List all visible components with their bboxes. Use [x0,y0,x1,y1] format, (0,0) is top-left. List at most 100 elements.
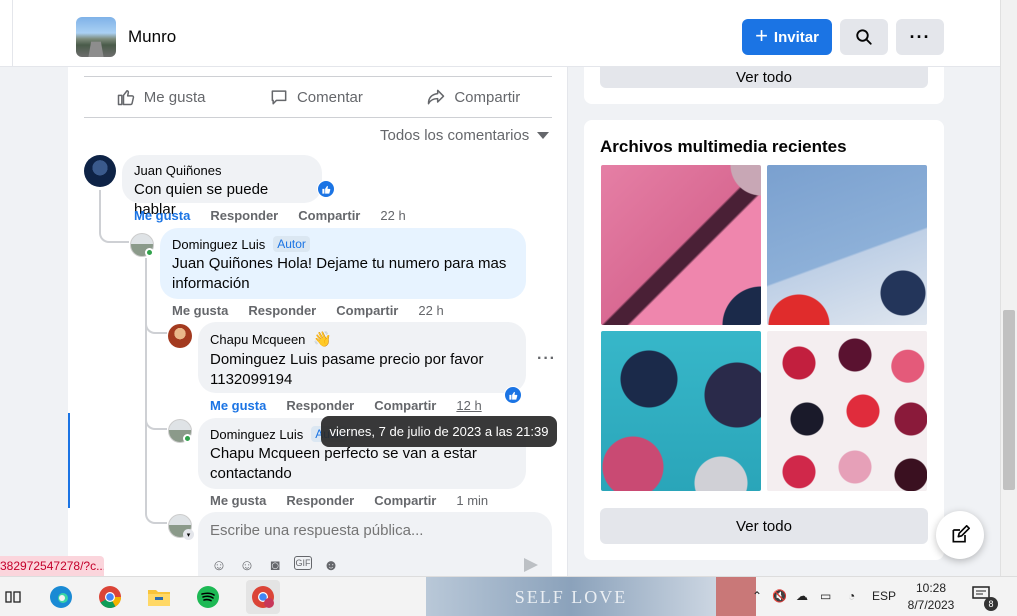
mention-link[interactable]: Chapu Mcqueen [210,445,320,462]
volume-muted-icon[interactable]: 🔇 [772,589,787,603]
system-clock[interactable]: 10:28 8/7/2023 [906,580,956,614]
search-icon [856,29,872,45]
comment-author-row: Dominguez Luis Autor [172,236,514,252]
mention-link[interactable]: Dominguez Luis [210,351,318,368]
media-thumbnail[interactable] [767,165,927,325]
comment-button[interactable]: Comentar [269,87,363,107]
notification-center-button[interactable]: 8 [972,585,998,611]
comment-reply-link[interactable]: Responder [248,303,316,318]
comment-reply-link[interactable]: Responder [286,398,354,413]
comment-options-icon[interactable]: ··· [537,350,556,368]
sticker-icon[interactable]: ☻ [322,556,340,574]
spotify-icon[interactable] [195,584,221,610]
comment-like-link[interactable]: Me gusta [210,398,266,413]
comment-reply-link[interactable]: Responder [286,493,354,508]
like-reaction-icon[interactable] [317,180,335,198]
group-thumbnail[interactable] [76,17,116,57]
search-button[interactable] [840,19,888,55]
comment-reply-link[interactable]: Responder [210,208,278,223]
gif-icon[interactable]: GIF [294,556,312,570]
comment-label: Comentar [296,88,363,106]
comment-text: Juan Quiñones Hola! Dejame tu numero par… [172,254,514,294]
thumbs-up-icon [117,90,134,106]
share-button[interactable]: Compartir [426,87,520,107]
reply-composer: ☺ ☺ ◙ GIF ☻ [198,512,552,576]
task-view-icon[interactable] [0,584,26,610]
send-icon[interactable] [524,558,538,572]
chrome-profile-icon[interactable] [246,580,280,614]
comment-share-link[interactable]: Compartir [336,303,398,318]
avatar[interactable] [84,155,116,187]
comment-author[interactable]: Juan Quiñones [134,163,310,178]
avatar-sticker-icon[interactable]: ☺ [210,556,228,574]
comment-author[interactable]: Dominguez Luis [210,427,303,442]
online-status-dot [145,248,154,257]
reply-input[interactable] [210,522,510,539]
like-reaction-icon[interactable] [504,386,522,404]
invite-button[interactable]: + Invitar [742,19,832,55]
comment-filter-dropdown[interactable]: Todos los comentarios [380,127,550,144]
composer-toolbar: ☺ ☺ ◙ GIF ☻ [210,556,340,574]
comment-author[interactable]: Chapu Mcqueen [210,332,305,347]
comment-share-link[interactable]: Compartir [374,493,436,508]
share-icon [428,89,445,105]
language-indicator[interactable]: ESP [872,589,896,603]
chevron-up-icon[interactable]: ⌃ [752,589,762,603]
media-thumbnail[interactable] [601,165,761,325]
camera-icon[interactable]: ◙ [266,556,284,574]
chrome-icon[interactable] [97,584,123,610]
group-name[interactable]: Munro [128,27,176,47]
taskbar-wallpaper: SELF LOVE [426,577,716,616]
avatar[interactable] [168,324,192,348]
see-all-button[interactable]: Ver todo [600,67,928,88]
comment-author[interactable]: Dominguez Luis [172,237,265,252]
comment-like-link[interactable]: Me gusta [210,493,266,508]
comment-actions: Me gusta Responder Compartir 12 h [210,398,482,413]
comment-bubble: Juan Quiñones Con quien se puede hablar [122,155,322,218]
comment-text: Dominguez Luis pasame precio por favor 1… [210,350,514,390]
notification-count-badge: 8 [984,597,998,611]
filter-label: Todos los comentarios [380,127,530,144]
online-status-dot [183,434,192,443]
media-thumbnail[interactable] [767,331,927,491]
caret-down-icon [537,132,550,139]
edge-browser-icon[interactable] [48,584,74,610]
onedrive-icon[interactable]: ☁ [796,589,808,603]
more-options-button[interactable]: ··· [896,19,944,55]
windows-taskbar: SELF LOVE ⌃ 🔇 ☁ ▭ ◔ ESP 10:28 8/7/2023 8 [0,576,1017,616]
comment-actions: Me gusta Responder Compartir 22 h [172,303,444,318]
scrollbar-thumb[interactable] [1003,310,1015,490]
comment-share-link[interactable]: Compartir [374,398,436,413]
new-comment-indicator [68,413,70,508]
emoji-icon[interactable]: ☺ [238,556,256,574]
like-button[interactable]: Me gusta [116,87,205,107]
comment-like-link[interactable]: Me gusta [172,303,228,318]
compose-icon [952,525,970,543]
timestamp-tooltip: viernes, 7 de julio de 2023 a las 21:39 [321,416,557,447]
waving-hand-icon: 👋 [313,331,333,348]
file-explorer-icon[interactable] [146,584,172,610]
comment-timestamp[interactable]: 22 h [418,303,443,318]
wifi-icon[interactable]: ◔ [848,589,855,603]
clock-date: 8/7/2023 [907,598,955,612]
thread-connector [145,258,147,508]
comment-timestamp[interactable]: 22 h [380,208,405,223]
thread-connector [99,190,129,243]
see-all-media-button[interactable]: Ver todo [600,508,928,544]
thread-connector [145,318,167,334]
chevron-down-icon[interactable]: ▾ [183,529,194,540]
battery-icon[interactable]: ▭ [820,589,831,603]
comment-like-link[interactable]: Me gusta [134,208,190,223]
comment-author-row: Chapu Mcqueen 👋 [210,330,514,348]
media-thumbnail[interactable] [601,331,761,491]
comment-icon [271,90,287,105]
comment-bubble: Dominguez Luis Autor Juan Quiñones Hola!… [160,228,526,299]
comment-timestamp[interactable]: 12 h [456,398,481,413]
ellipsis-icon: ··· [909,26,931,47]
mention-link[interactable]: Juan Quiñones [172,255,273,272]
clock-time: 10:28 [915,581,947,595]
comment-share-link[interactable]: Compartir [298,208,360,223]
share-label: Compartir [454,88,521,106]
comment-timestamp[interactable]: 1 min [456,493,488,508]
new-message-button[interactable] [936,511,984,559]
